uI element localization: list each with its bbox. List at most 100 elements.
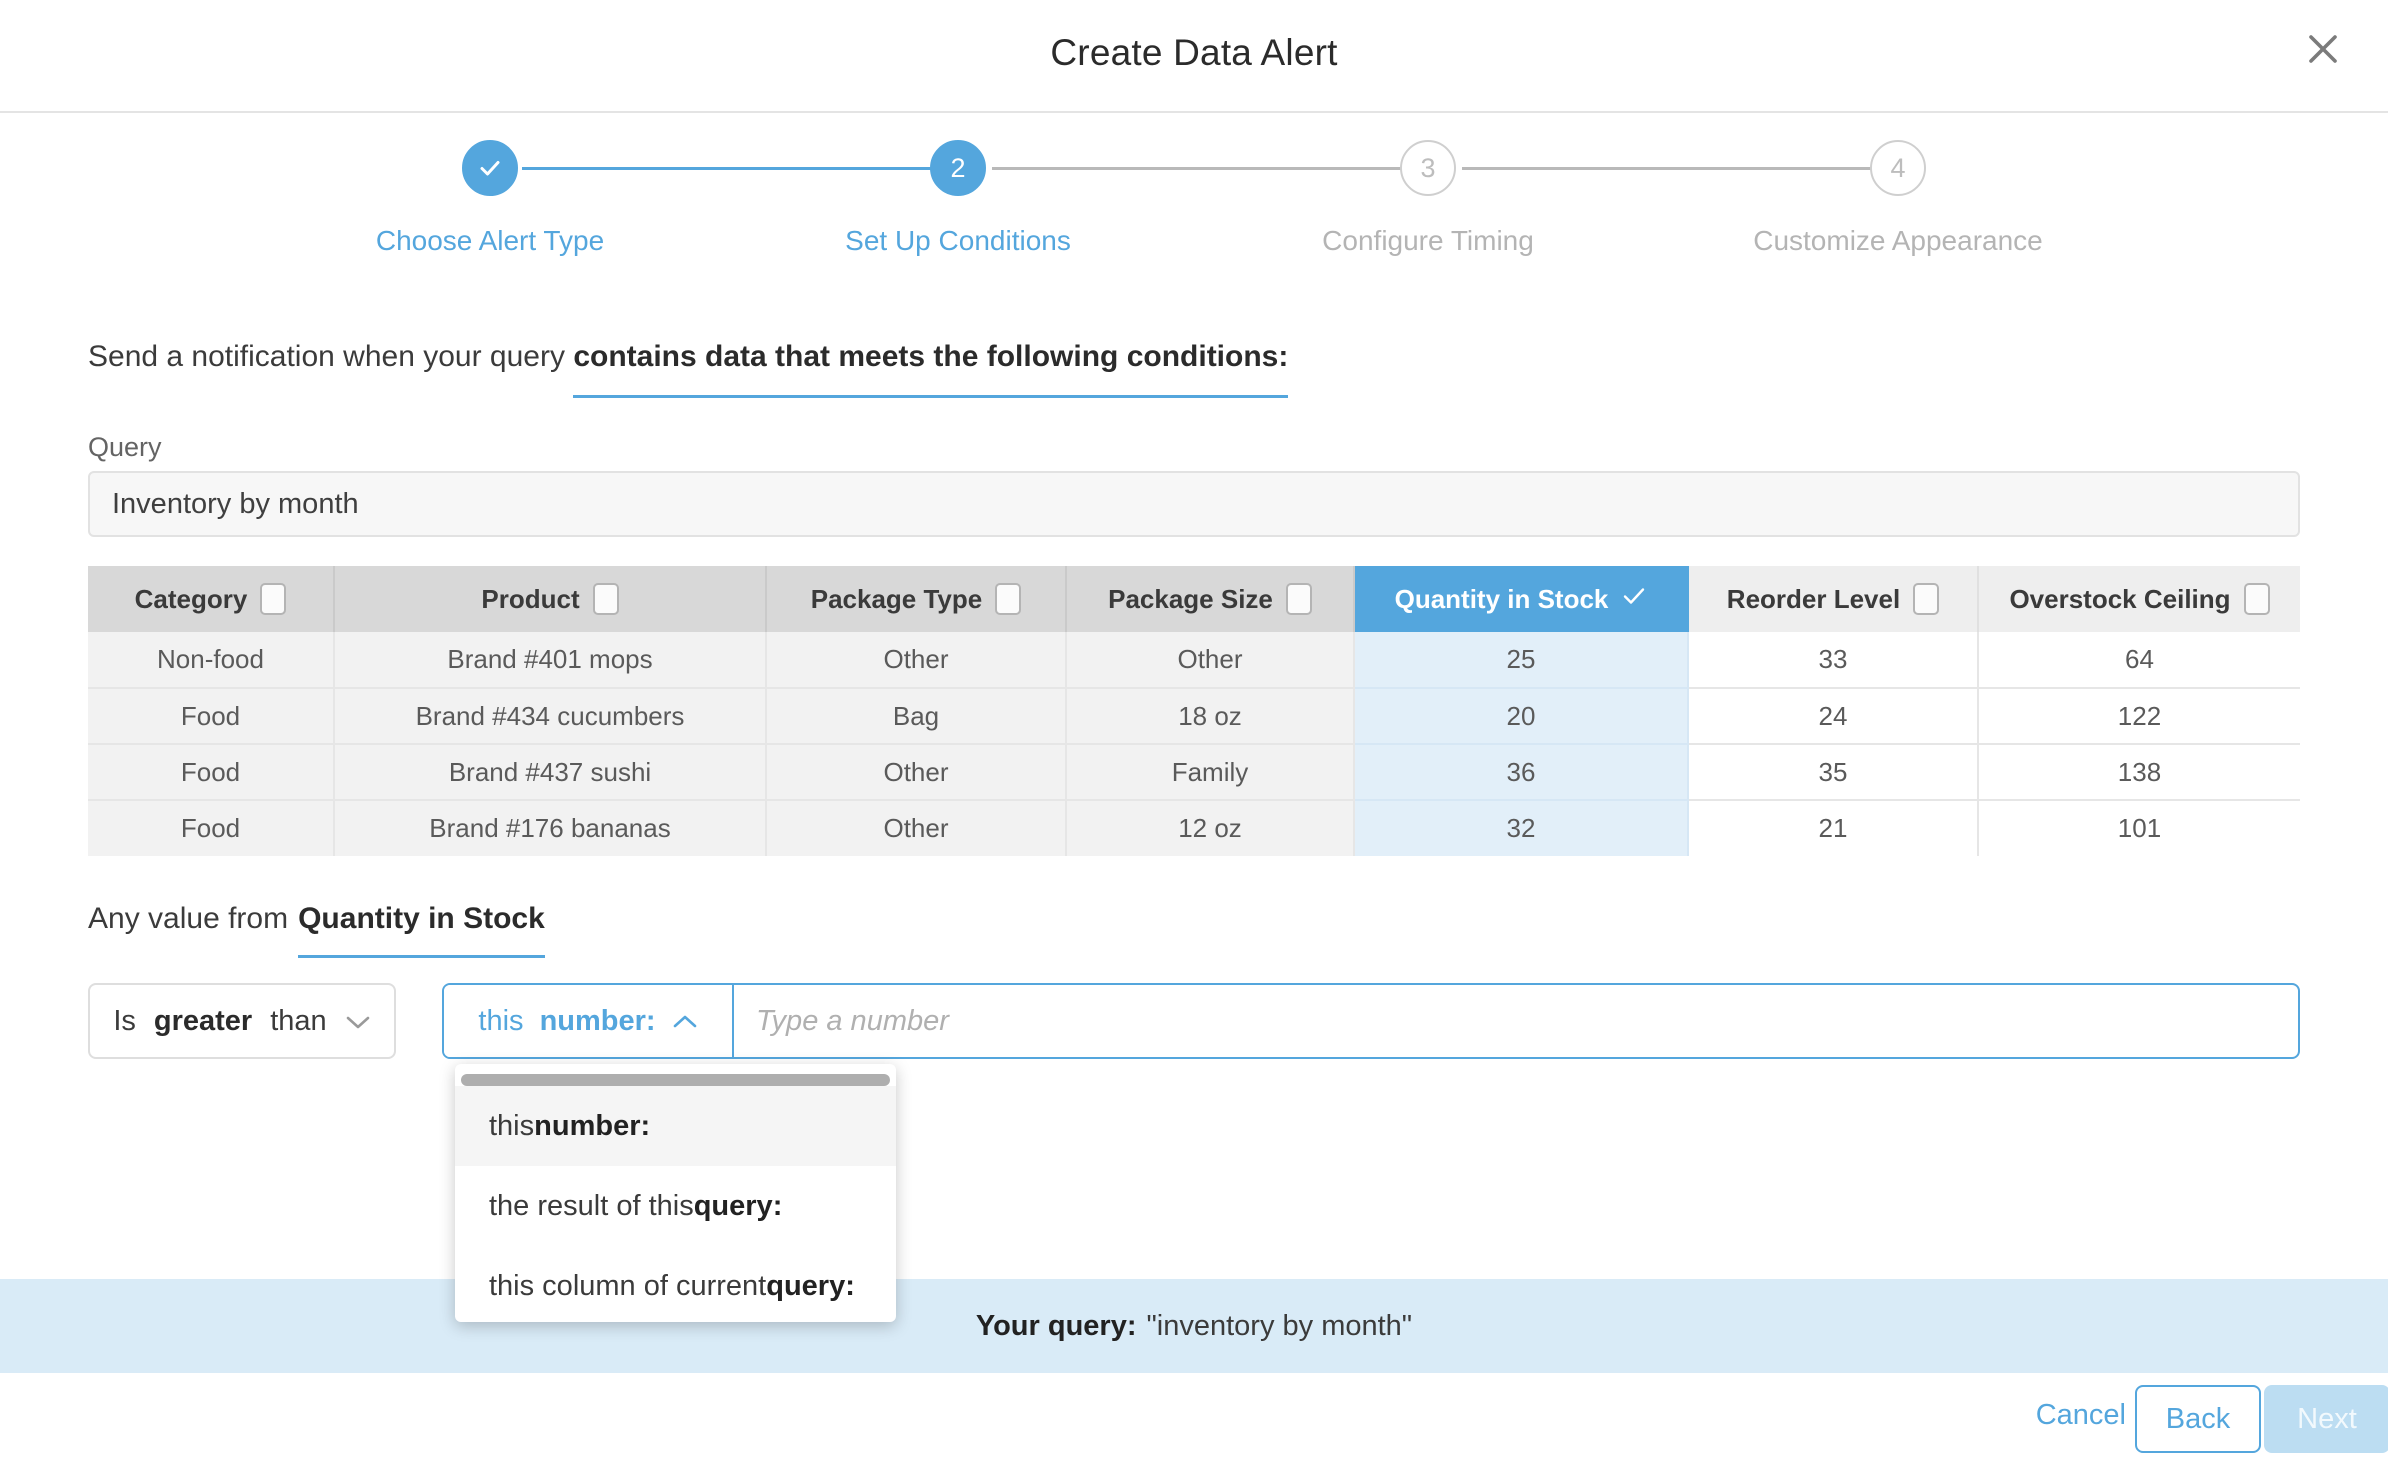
cell-package-type: Bag bbox=[766, 688, 1067, 745]
any-value-from-label: Any value from bbox=[88, 902, 289, 935]
column-selected-check-icon bbox=[1621, 583, 1647, 616]
create-data-alert-dialog: Create Data Alert Choose Alert Type 2 Se… bbox=[0, 0, 2388, 1466]
value-control: this number: bbox=[442, 983, 2300, 1059]
value-type-strong: number: bbox=[539, 1004, 656, 1037]
column-header-label: Reorder Level bbox=[1726, 583, 1901, 614]
cell-product: Brand #401 mops bbox=[334, 632, 767, 689]
query-label: Query bbox=[88, 432, 162, 462]
cell-reorder-level: 24 bbox=[1688, 688, 1979, 745]
condition-sentence: Send a notification when your query cont… bbox=[88, 340, 1289, 398]
cell-overstock-ceiling: 138 bbox=[1978, 744, 2300, 801]
dropdown-item-prefix: this bbox=[489, 1109, 535, 1142]
operator-strong: greater bbox=[153, 1004, 253, 1037]
stepper-connector-3 bbox=[1462, 167, 1872, 170]
column-header-quantity-in-stock[interactable]: Quantity in Stock bbox=[1354, 566, 1689, 632]
cell-quantity-in-stock: 25 bbox=[1354, 632, 1689, 689]
cell-quantity-in-stock: 36 bbox=[1354, 744, 1689, 801]
dialog-title: Create Data Alert bbox=[1050, 32, 1338, 73]
next-button[interactable]: Next bbox=[2264, 1385, 2388, 1453]
column-header-label: Package Type bbox=[810, 583, 983, 614]
column-header-category[interactable]: Category bbox=[88, 566, 335, 632]
cancel-button[interactable]: Cancel bbox=[2036, 1399, 2126, 1432]
back-button[interactable]: Back bbox=[2135, 1385, 2261, 1453]
cell-package-size: 18 oz bbox=[1066, 688, 1355, 745]
cell-package-type: Other bbox=[766, 744, 1067, 801]
column-header-label: Package Size bbox=[1108, 583, 1273, 614]
cell-quantity-in-stock: 20 bbox=[1354, 688, 1689, 745]
cell-reorder-level: 33 bbox=[1688, 632, 1979, 689]
condition-type-selector[interactable]: contains data that meets the following c… bbox=[573, 340, 1289, 398]
dropdown-item-result-of-query[interactable]: the result of this query: bbox=[455, 1166, 896, 1246]
stepper-step-choose-alert-type[interactable]: Choose Alert Type bbox=[310, 140, 670, 257]
cell-package-size: Family bbox=[1066, 744, 1355, 801]
table-row: Food Brand #437 sushi Other Family 36 35… bbox=[88, 744, 2300, 801]
column-checkbox-package-type[interactable] bbox=[995, 583, 1022, 615]
cell-category: Non-food bbox=[88, 632, 335, 689]
column-header-reorder-level[interactable]: Reorder Level bbox=[1688, 566, 1979, 632]
chevron-down-icon bbox=[345, 1005, 371, 1038]
step-circle-4[interactable]: 4 bbox=[1870, 140, 1926, 196]
query-banner-value: "inventory by month" bbox=[1146, 1309, 1413, 1342]
cell-product: Brand #437 sushi bbox=[334, 744, 767, 801]
cell-reorder-level: 21 bbox=[1688, 800, 1979, 856]
step-label-2[interactable]: Set Up Conditions bbox=[778, 225, 1138, 257]
step-label-1[interactable]: Choose Alert Type bbox=[310, 225, 670, 257]
column-header-label: Category bbox=[134, 583, 248, 614]
value-type-dropdown-menu: this number: the result of this query: t… bbox=[455, 1064, 896, 1322]
step-circle-1[interactable] bbox=[462, 140, 518, 196]
query-banner-label: Your query: bbox=[975, 1309, 1137, 1342]
cell-quantity-in-stock: 32 bbox=[1354, 800, 1689, 856]
column-header-package-type[interactable]: Package Type bbox=[766, 566, 1067, 632]
table-row: Non-food Brand #401 mops Other Other 25 … bbox=[88, 632, 2300, 689]
step-label-3[interactable]: Configure Timing bbox=[1248, 225, 1608, 257]
table-header-row: Category Product Package Type Package Si… bbox=[88, 566, 2300, 632]
stepper-step-customize-appearance[interactable]: 4 Customize Appearance bbox=[1718, 140, 2078, 257]
dropdown-scrollbar[interactable] bbox=[461, 1074, 890, 1086]
column-checkbox-overstock-ceiling[interactable] bbox=[2243, 583, 2270, 615]
operator-select[interactable]: Is greater than bbox=[88, 983, 396, 1059]
column-header-label: Overstock Ceiling bbox=[2009, 583, 2231, 614]
cell-package-size: 12 oz bbox=[1066, 800, 1355, 856]
cell-reorder-level: 35 bbox=[1688, 744, 1979, 801]
any-value-from-row: Any value from Quantity in Stock bbox=[88, 902, 545, 958]
cell-overstock-ceiling: 64 bbox=[1978, 632, 2300, 689]
column-header-package-size[interactable]: Package Size bbox=[1066, 566, 1355, 632]
close-icon[interactable] bbox=[2300, 26, 2346, 72]
cell-package-type: Other bbox=[766, 632, 1067, 689]
step-label-4[interactable]: Customize Appearance bbox=[1718, 225, 2078, 257]
table-row: Food Brand #176 bananas Other 12 oz 32 2… bbox=[88, 800, 2300, 856]
step-circle-3[interactable]: 3 bbox=[1400, 140, 1456, 196]
dropdown-item-column-of-current-query[interactable]: this column of current query: bbox=[455, 1246, 896, 1322]
condition-sentence-prefix: Send a notification when your query bbox=[88, 340, 574, 373]
number-value-input[interactable] bbox=[734, 985, 2298, 1057]
stepper-connector-2 bbox=[992, 167, 1402, 170]
table-header: Category Product Package Type Package Si… bbox=[88, 566, 2300, 632]
chevron-up-icon bbox=[672, 1005, 698, 1038]
dropdown-item-this-number[interactable]: this number: bbox=[455, 1086, 896, 1166]
column-checkbox-reorder-level[interactable] bbox=[1913, 583, 1940, 615]
dropdown-item-prefix: this column of current bbox=[489, 1269, 767, 1302]
value-type-dropdown-button[interactable]: this number: bbox=[444, 985, 734, 1057]
column-header-overstock-ceiling[interactable]: Overstock Ceiling bbox=[1978, 566, 2300, 632]
stepper-step-configure-timing[interactable]: 3 Configure Timing bbox=[1248, 140, 1608, 257]
table-row: Food Brand #434 cucumbers Bag 18 oz 20 2… bbox=[88, 688, 2300, 745]
column-checkbox-category[interactable] bbox=[260, 583, 287, 615]
table-body: Non-food Brand #401 mops Other Other 25 … bbox=[88, 632, 2300, 856]
cell-overstock-ceiling: 101 bbox=[1978, 800, 2300, 856]
cell-product: Brand #434 cucumbers bbox=[334, 688, 767, 745]
step-circle-2[interactable]: 2 bbox=[930, 140, 986, 196]
cell-package-size: Other bbox=[1066, 632, 1355, 689]
dropdown-item-strong: number: bbox=[534, 1109, 651, 1142]
selected-column-chip[interactable]: Quantity in Stock bbox=[298, 902, 545, 958]
dialog-titlebar: Create Data Alert bbox=[0, 0, 2388, 113]
column-checkbox-product[interactable] bbox=[592, 583, 619, 615]
stepper-step-set-up-conditions[interactable]: 2 Set Up Conditions bbox=[778, 140, 1138, 257]
column-checkbox-package-size[interactable] bbox=[1285, 583, 1312, 615]
query-input[interactable]: Inventory by month bbox=[88, 471, 2300, 537]
stepper-connector-1 bbox=[522, 167, 932, 170]
column-header-product[interactable]: Product bbox=[334, 566, 767, 632]
wizard-stepper: Choose Alert Type 2 Set Up Conditions 3 … bbox=[0, 113, 2388, 323]
cell-package-type: Other bbox=[766, 800, 1067, 856]
operator-suffix: than bbox=[270, 1004, 327, 1037]
query-banner: Your query: "inventory by month" bbox=[0, 1279, 2388, 1373]
